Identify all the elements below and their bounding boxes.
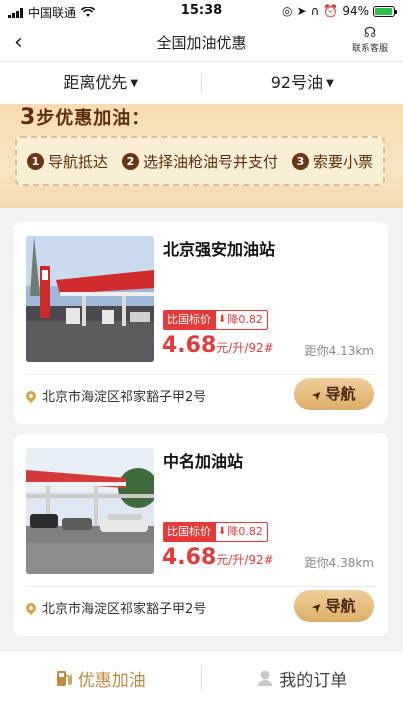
location-pin-icon [23,388,39,403]
tab-fuel-discount[interactable]: 优惠加油 [0,651,202,705]
station-address: 北京市海淀区祁家豁子甲2号 [23,598,207,617]
page-title: 全国加油优惠 [156,34,247,52]
discount-badge: 比国标价 ⬇ 降0.82 [163,522,268,542]
station-card[interactable]: 北京强安加油站 比国标价 ⬇ 降0.82 4.68元/升/92# 距你4.13km… [14,222,388,424]
price-unit: 元/升/92# [216,341,274,355]
station-name: 中名加油站 [163,452,244,471]
step-item: 3 索要小票 [291,151,373,172]
step-item: 1 导航抵达 [26,151,108,172]
address-text: 北京市海淀区祁家豁子甲2号 [42,390,207,405]
battery-icon [373,5,397,17]
fuel-pump-icon [56,671,72,686]
tab-my-orders[interactable]: 我的订单 [202,651,403,705]
sort-label: 距离优先 [63,73,128,92]
station-photo [26,448,154,574]
price-unit: 元/升/92# [216,553,274,567]
distance: 距你4.38km [304,556,374,570]
price-value: 4.68 [162,333,217,358]
step-number-badge: 3 [291,152,309,170]
address-text: 北京市海淀区祁家豁子甲2号 [42,602,207,617]
sort-dropdown[interactable]: 距离优先 ▼ [0,62,202,104]
tab-label: 优惠加油 [77,670,146,691]
steps-list: 1 导航抵达 2 选择油枪油号并支付 3 索要小票 [15,136,385,186]
user-icon [258,670,273,686]
arrow-down-icon: ⬇ [218,314,227,325]
tab-label: 我的订单 [279,670,348,691]
status-bar: 中国联通 15:38 ◎ ➤ ∩ ⏰ 94% [0,0,403,22]
headphones-icon: ∩ [310,4,320,18]
compare-tag: 比国标价 [163,310,215,330]
step-number-badge: 1 [26,152,44,170]
caret-down-icon: ▼ [326,78,334,89]
divider [26,586,376,587]
station-card[interactable]: 中名加油站 比国标价 ⬇ 降0.82 4.68元/升/92# 距你4.38km 北… [14,434,388,636]
step-item: 2 选择油枪油号并支付 [121,151,278,172]
station-photo [26,236,154,362]
location-icon: ➤ [296,4,307,18]
price: 4.68元/升/92# [162,333,274,358]
discount-amount: 降0.82 [227,525,263,538]
compare-tag: 比国标价 [163,522,215,542]
station-name: 北京强安加油站 [163,240,276,259]
battery-percent: 94% [342,4,369,18]
nav-bar: ‹ 全国加油优惠 ☊ 联系客服 [0,22,403,62]
customer-service-button[interactable]: ☊ 联系客服 [347,25,393,54]
arrow-down-icon: ⬇ [218,526,227,537]
distance: 距你4.13km [304,344,374,358]
customer-service-label: 联系客服 [351,44,388,54]
bottom-tab-bar: 优惠加油 我的订单 [0,650,403,705]
price-value: 4.68 [162,545,217,570]
step-number-badge: 2 [121,152,139,170]
navigate-button[interactable]: ➤导航 [294,590,374,622]
fuel-type-dropdown[interactable]: 92号油 ▼ [202,62,403,104]
lock-rotation-icon: ◎ [282,4,293,18]
divider [26,374,376,375]
discount-amount: 降0.82 [227,313,263,326]
location-pin-icon [23,600,39,615]
banner-title: 3步优惠加油： [20,105,151,130]
alarm-icon: ⏰ [323,4,339,18]
discount-badge: 比国标价 ⬇ 降0.82 [163,310,268,330]
fuel-type-label: 92号油 [270,73,324,92]
filter-bar: 距离优先 ▼ 92号油 ▼ [0,62,403,104]
price: 4.68元/升/92# [162,545,274,570]
caret-down-icon: ▼ [130,78,139,89]
steps-banner: 3步优惠加油： 1 导航抵达 2 选择油枪油号并支付 3 索要小票 [0,104,403,208]
headset-icon: ☊ [363,25,377,41]
station-address: 北京市海淀区祁家豁子甲2号 [23,386,207,405]
navigate-button[interactable]: ➤导航 [294,378,374,410]
